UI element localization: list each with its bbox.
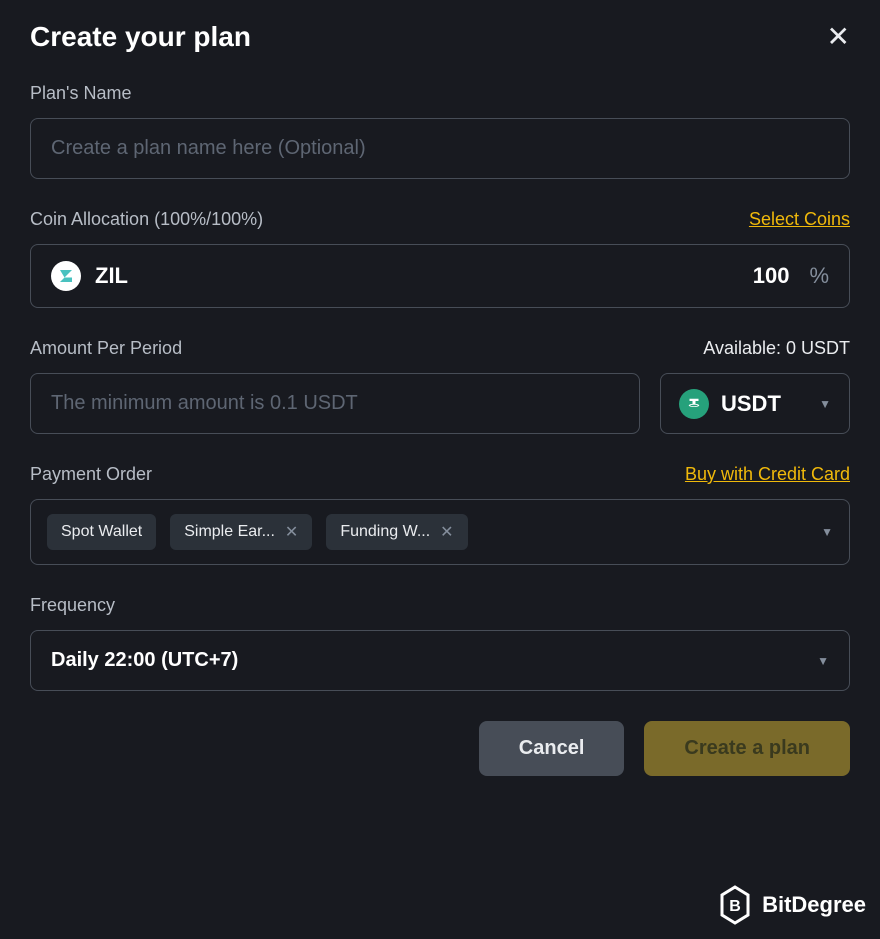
coin-symbol: ZIL [95,263,128,289]
available-text: Available: 0 USDT [703,338,850,359]
bitdegree-logo-icon: B [718,885,752,925]
close-icon[interactable]: ✕ [827,20,850,53]
currency-name: USDT [721,391,781,417]
payment-order-group: Payment Order Buy with Credit Card Spot … [30,464,850,565]
frequency-select[interactable]: Daily 22:00 (UTC+7) ▼ [30,630,850,691]
modal-header: Create your plan ✕ [30,20,850,53]
payment-chips: Spot Wallet Simple Ear... ✕ Funding W...… [47,514,468,550]
watermark-text: BitDegree [762,892,866,918]
frequency-label: Frequency [30,595,115,616]
chip-remove-icon[interactable]: ✕ [285,522,298,542]
coin-allocation-label: Coin Allocation (100%/100%) [30,209,263,230]
cancel-button[interactable]: Cancel [479,721,625,776]
amount-input[interactable] [30,373,640,434]
plan-name-label: Plan's Name [30,83,131,104]
modal-title: Create your plan [30,21,251,53]
chip-simple-earn[interactable]: Simple Ear... ✕ [170,514,312,550]
coin-percentage: 100 [753,263,790,289]
zil-coin-icon [51,261,81,291]
frequency-group: Frequency Daily 22:00 (UTC+7) ▼ [30,595,850,691]
percent-sign: % [809,263,829,289]
amount-label: Amount Per Period [30,338,182,359]
usdt-coin-icon [679,389,709,419]
modal-container: Create your plan ✕ Plan's Name Coin Allo… [0,0,880,806]
payment-order-select[interactable]: Spot Wallet Simple Ear... ✕ Funding W...… [30,499,850,565]
buy-credit-card-link[interactable]: Buy with Credit Card [685,464,850,485]
select-coins-link[interactable]: Select Coins [749,209,850,230]
chip-spot-wallet[interactable]: Spot Wallet [47,514,156,550]
payment-order-label: Payment Order [30,464,152,485]
currency-select[interactable]: USDT ▼ [660,373,850,434]
chevron-down-icon: ▼ [821,525,833,539]
chip-remove-icon[interactable]: ✕ [440,522,453,542]
coin-allocation-group: Coin Allocation (100%/100%) Select Coins… [30,209,850,308]
svg-text:B: B [729,898,741,915]
coin-row: ZIL 100 % [30,244,850,308]
chevron-down-icon: ▼ [819,397,831,411]
chip-funding-wallet[interactable]: Funding W... ✕ [326,514,467,550]
plan-name-group: Plan's Name [30,83,850,179]
create-plan-button[interactable]: Create a plan [644,721,850,776]
frequency-value: Daily 22:00 (UTC+7) [51,649,238,672]
chevron-down-icon: ▼ [817,654,829,668]
plan-name-input[interactable] [30,118,850,179]
footer-buttons: Cancel Create a plan [30,721,850,776]
bitdegree-watermark: B BitDegree [718,885,866,925]
amount-group: Amount Per Period Available: 0 USDT USDT… [30,338,850,434]
